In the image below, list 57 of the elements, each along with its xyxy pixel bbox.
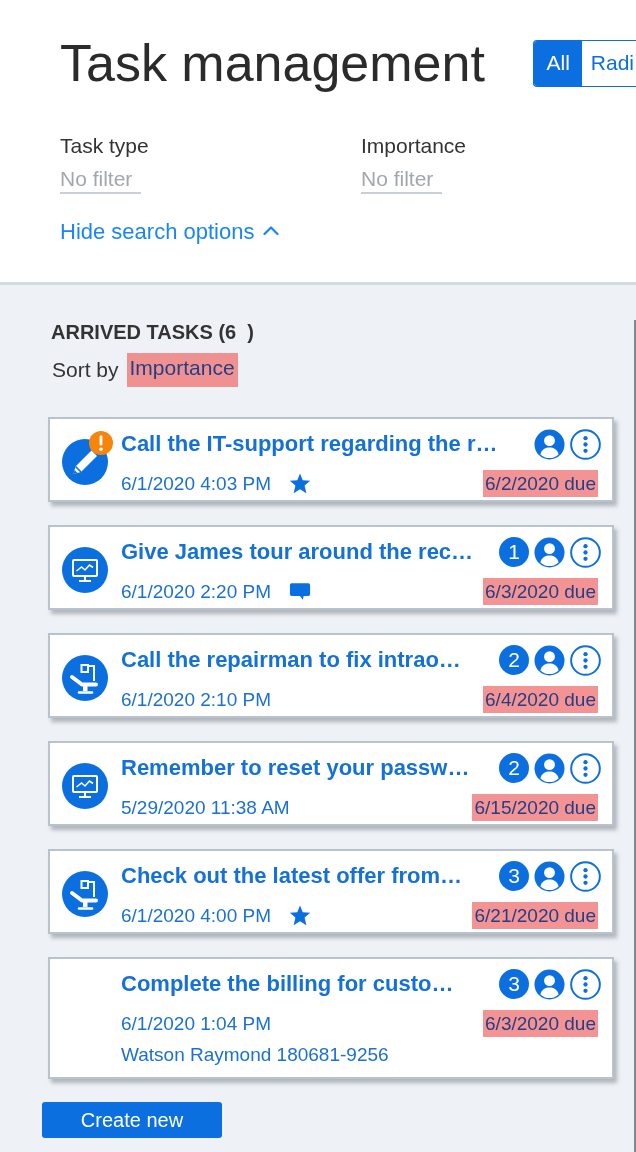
view-tab[interactable]: All	[534, 40, 582, 86]
more-options-icon[interactable]	[570, 968, 601, 1000]
person-icon[interactable]	[534, 428, 565, 460]
task-title: Give James tour around the rec…	[121, 538, 475, 566]
task-card[interactable]: Check out the latest offer from… 3 6/1/2020 4:00 PM 6/21/2020 due	[48, 849, 614, 934]
task-card[interactable]: Give James tour around the rec… 1 6/1/2020 2:20 PM 6/3/2020 due	[48, 525, 614, 610]
page-title: Task management	[60, 33, 485, 93]
filter-field[interactable]: No filter	[361, 166, 442, 194]
created-time: 6/1/2020 2:20 PM	[121, 580, 271, 604]
task-card[interactable]: Complete the billing for custo… 3 6/1/2020 1:04 PM 6/3/2020 due Watson Raymond 180681-9256	[48, 957, 614, 1079]
priority-badge: 3	[499, 861, 529, 891]
monitor-icon	[62, 763, 108, 809]
sort-dropdown[interactable]: Importance	[126, 353, 238, 387]
task-title: Call the IT-support regarding the r…	[121, 430, 499, 458]
person-icon[interactable]	[534, 644, 565, 676]
more-options-icon[interactable]	[570, 860, 601, 892]
priority-badge: 3	[499, 969, 529, 999]
filter-field[interactable]: No filter	[60, 166, 141, 194]
created-time: 5/29/2020 11:38 AM	[121, 796, 290, 820]
due-date: 6/3/2020 due	[483, 578, 598, 605]
task-title: Call the repairman to fix intrao…	[121, 646, 462, 674]
priority-badge: 2	[499, 753, 529, 783]
person-icon[interactable]	[534, 968, 565, 1000]
more-options-icon[interactable]	[570, 644, 601, 676]
create-new-button[interactable]: Create new	[42, 1102, 222, 1138]
more-options-icon[interactable]	[570, 752, 601, 784]
filter-label: Task type	[60, 134, 149, 158]
task-title: Complete the billing for custo…	[121, 970, 455, 998]
due-date: 6/2/2020 due	[483, 470, 598, 497]
due-date: 6/15/2020 due	[472, 794, 598, 821]
person-icon[interactable]	[534, 536, 565, 568]
task-card[interactable]: Remember to reset your passw… 2 5/29/2020 11:38 AM 6/15/2020 due	[48, 741, 614, 826]
priority-badge: 1	[499, 537, 529, 567]
created-time: 6/1/2020 4:00 PM	[121, 904, 271, 928]
due-date: 6/21/2020 due	[472, 902, 598, 929]
created-time: 6/1/2020 1:04 PM	[121, 1012, 271, 1036]
section-heading: ARRIVED TASKS (6 )	[51, 320, 254, 344]
task-title: Remember to reset your passw…	[121, 754, 471, 782]
created-time: 6/1/2020 2:10 PM	[121, 688, 271, 712]
sort-label: Sort by	[52, 357, 119, 383]
priority-badge: 2	[499, 645, 529, 675]
task-card[interactable]: Call the IT-support regarding the r… 6/1/2020 4:03 PM 6/2/2020 due	[48, 417, 614, 502]
dental-chair-icon	[62, 655, 108, 701]
created-time: 6/1/2020 4:03 PM	[121, 472, 271, 496]
person-icon[interactable]	[534, 752, 565, 784]
due-date: 6/4/2020 due	[483, 686, 598, 713]
monitor-icon	[62, 547, 108, 593]
customer-info: Watson Raymond 180681-9256	[121, 1043, 389, 1067]
person-icon[interactable]	[534, 860, 565, 892]
due-date: 6/3/2020 due	[483, 1010, 598, 1037]
task-card[interactable]: Call the repairman to fix intrao… 2 6/1/2020 2:10 PM 6/4/2020 due	[48, 633, 614, 718]
hide-search-options-link[interactable]: Hide search options	[60, 219, 280, 245]
filter-label: Importance	[361, 134, 467, 158]
more-options-icon[interactable]	[570, 428, 601, 460]
more-options-icon[interactable]	[570, 536, 601, 568]
dental-chair-icon	[62, 871, 108, 917]
task-title: Check out the latest offer from…	[121, 862, 464, 890]
